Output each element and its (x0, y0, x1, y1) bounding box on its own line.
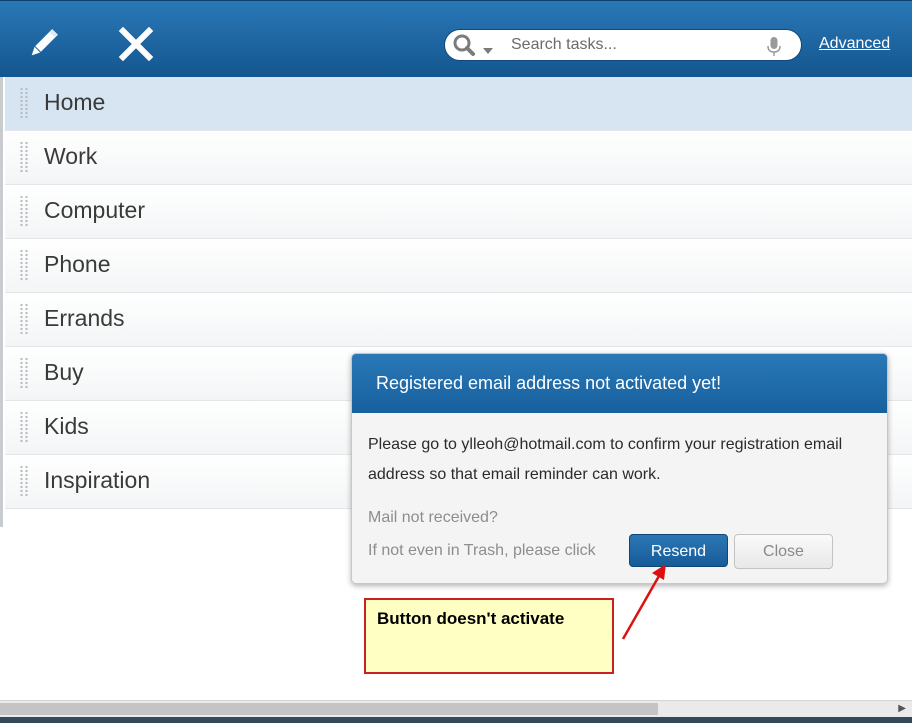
pencil-icon[interactable] (24, 25, 62, 63)
search-box (444, 29, 802, 61)
list-item-label: Phone (44, 251, 111, 277)
dialog-title: Registered email address not activated y… (376, 373, 722, 393)
list-item-label: Errands (44, 305, 125, 331)
dialog-message: Please go to ylleoh@hotmail.com to confi… (368, 436, 843, 483)
list-item-label: Inspiration (44, 467, 151, 493)
dialog-header: Registered email address not activated y… (352, 354, 887, 413)
list-item-errands[interactable]: Errands (5, 293, 912, 347)
drag-handle-icon[interactable] (19, 411, 29, 443)
mail-not-received-text: Mail not received? (368, 509, 498, 526)
drag-handle-icon[interactable] (19, 303, 29, 335)
list-item-label: Buy (44, 359, 84, 385)
search-input[interactable] (511, 35, 761, 55)
list-item-label: Computer (44, 197, 145, 223)
close-button[interactable]: Close (734, 534, 833, 569)
search-icon[interactable] (452, 33, 476, 57)
annotation-note: Button doesn't activate (364, 598, 614, 674)
drag-handle-icon[interactable] (19, 357, 29, 389)
list-item-work[interactable]: Work (5, 131, 912, 185)
horizontal-scrollbar[interactable]: ▶ (0, 700, 912, 717)
scrollbar-thumb[interactable] (0, 703, 658, 715)
list-item-label: Kids (44, 413, 89, 439)
drag-handle-icon[interactable] (19, 141, 29, 173)
list-left-border (0, 77, 3, 527)
drag-handle-icon[interactable] (19, 249, 29, 281)
chevron-down-icon[interactable] (482, 42, 494, 54)
window-bottom-edge (0, 717, 912, 723)
email-activation-dialog: Registered email address not activated y… (351, 353, 888, 584)
list-item-home[interactable]: Home (5, 77, 912, 131)
scroll-right-arrow-icon[interactable]: ▶ (898, 703, 906, 714)
toolbar: Advanced (0, 0, 912, 77)
trash-hint-text: If not even in Trash, please click (368, 542, 596, 559)
list-item-phone[interactable]: Phone (5, 239, 912, 293)
list-item-label: Home (44, 89, 106, 115)
drag-handle-icon[interactable] (19, 195, 29, 227)
microphone-icon[interactable] (767, 37, 781, 57)
drag-handle-icon[interactable] (19, 465, 29, 497)
list-item-computer[interactable]: Computer (5, 185, 912, 239)
annotation-text: Button doesn't activate (377, 609, 565, 628)
drag-handle-icon[interactable] (19, 87, 29, 119)
list-item-label: Work (44, 143, 98, 169)
resend-button[interactable]: Resend (629, 534, 728, 567)
close-icon[interactable] (117, 25, 155, 63)
advanced-search-link[interactable]: Advanced (819, 35, 890, 53)
